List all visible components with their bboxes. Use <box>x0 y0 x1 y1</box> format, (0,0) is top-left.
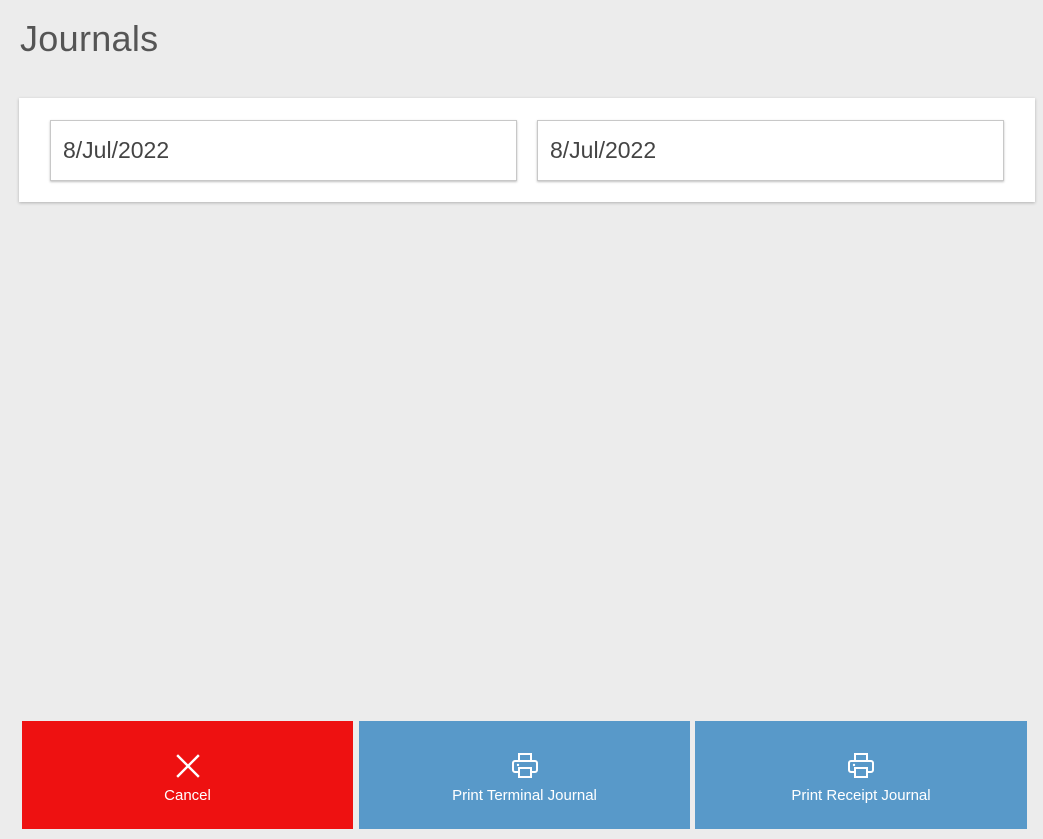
print-receipt-journal-label: Print Receipt Journal <box>791 786 931 804</box>
close-icon <box>175 753 200 778</box>
action-bar: Cancel Print Terminal Journal Print Rece… <box>22 721 1027 829</box>
print-receipt-journal-button[interactable]: Print Receipt Journal <box>695 721 1027 829</box>
journals-page: Journals Cancel Print Terminal Journal <box>0 0 1043 839</box>
from-date-input[interactable] <box>50 120 517 181</box>
print-terminal-journal-label: Print Terminal Journal <box>452 786 597 804</box>
print-terminal-journal-button[interactable]: Print Terminal Journal <box>359 721 690 829</box>
cancel-button[interactable]: Cancel <box>22 721 353 829</box>
printer-icon <box>848 752 874 778</box>
printer-icon <box>511 752 538 778</box>
date-range-panel <box>19 98 1035 202</box>
cancel-label: Cancel <box>164 786 211 804</box>
to-date-input[interactable] <box>537 120 1004 181</box>
page-title: Journals <box>20 18 159 59</box>
